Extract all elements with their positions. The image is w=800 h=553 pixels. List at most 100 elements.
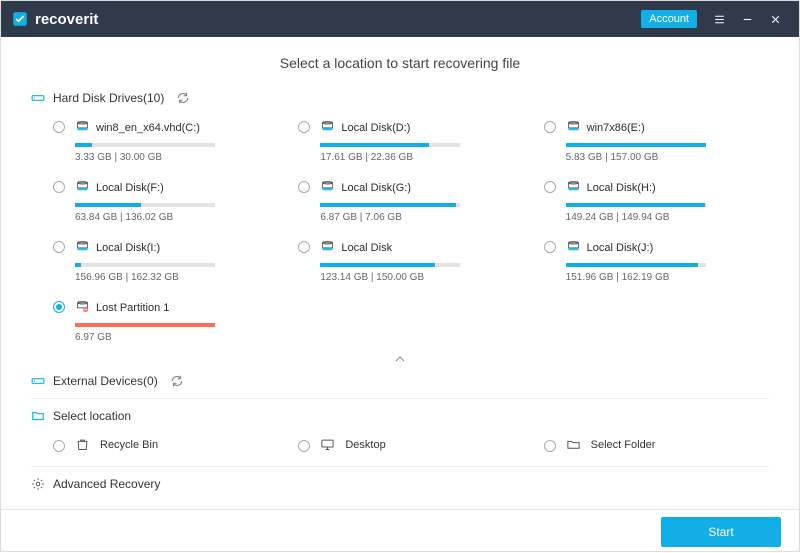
drive-body: Local Disk123.14 GB | 150.00 GB (320, 239, 523, 283)
section-select-location[interactable]: Select location (31, 403, 769, 429)
radio[interactable] (298, 181, 310, 193)
usage-bar-fill (566, 143, 706, 147)
minimize-icon (741, 13, 754, 26)
section-label: External Devices(0) (53, 374, 158, 388)
drive-item[interactable]: Local Disk(J:)151.96 GB | 162.19 GB (544, 239, 769, 283)
hamburger-icon (713, 13, 726, 26)
drive-title-row: Local Disk(D:) (320, 119, 523, 137)
usage-bar (320, 203, 460, 207)
drive-item[interactable]: Local Disk(G:) 6.87 GB | 7.06 GB (298, 179, 523, 223)
brand-logo-icon (11, 10, 29, 28)
radio[interactable] (53, 301, 65, 313)
radio[interactable] (53, 241, 65, 253)
minimize-button[interactable] (733, 5, 761, 33)
usage-bar-fill (75, 323, 215, 327)
location-label: Desktop (345, 439, 385, 451)
section-label: Advanced Recovery (53, 477, 160, 491)
drive-body: Local Disk(G:) 6.87 GB | 7.06 GB (320, 179, 523, 223)
desktop-icon (320, 437, 335, 452)
drive-size: 156.96 GB | 162.32 GB (75, 272, 278, 283)
usage-bar (566, 203, 706, 207)
usage-bar (566, 143, 706, 147)
drive-name: win8_en_x64.vhd(C:) (96, 122, 200, 134)
collapse-toggle[interactable] (31, 353, 769, 368)
drive-item[interactable]: win8_en_x64.vhd(C:) 3.33 GB | 30.00 GB (53, 119, 278, 163)
drive-grid: win8_en_x64.vhd(C:) 3.33 GB | 30.00 GB Loc… (31, 111, 769, 353)
disk-icon (75, 179, 90, 197)
drive-title-row: win8_en_x64.vhd(C:) (75, 119, 278, 137)
close-icon (769, 13, 782, 26)
location-label: Select Folder (591, 439, 656, 451)
radio[interactable] (53, 440, 65, 452)
drive-item[interactable]: Local Disk(H:)149.24 GB | 149.94 GB (544, 179, 769, 223)
drive-item[interactable]: Local Disk(F:) 63.84 GB | 136.02 GB (53, 179, 278, 223)
radio[interactable] (544, 121, 556, 133)
page-title: Select a location to start recovering fi… (31, 55, 769, 71)
section-advanced-recovery[interactable]: Advanced Recovery (31, 471, 769, 497)
drive-name: Local Disk(H:) (587, 182, 656, 194)
disk-icon (566, 179, 581, 197)
drive-name: Local Disk(G:) (341, 182, 411, 194)
drive-item[interactable]: Local Disk(I:) 156.96 GB | 162.32 GB (53, 239, 278, 283)
close-button[interactable] (761, 5, 789, 33)
disk-icon (320, 119, 335, 137)
drive-size: 6.97 GB (75, 332, 278, 343)
location-select-folder[interactable]: Select Folder (544, 437, 769, 452)
drive-body: Local Disk(F:) 63.84 GB | 136.02 GB (75, 179, 278, 223)
account-button[interactable]: Account (641, 10, 697, 28)
brand: recoverit (11, 10, 98, 28)
drive-title-row: Lost Partition 1 (75, 299, 278, 317)
location-row: Recycle Bin Desktop Select Folder (31, 429, 769, 462)
disk-icon (320, 179, 335, 197)
drive-title-row: win7x86(E:) (566, 119, 769, 137)
drive-item[interactable]: win7x86(E:)5.83 GB | 157.00 GB (544, 119, 769, 163)
recycle-bin-icon (75, 437, 90, 452)
radio[interactable] (53, 121, 65, 133)
drive-title-row: Local Disk(I:) (75, 239, 278, 257)
external-device-icon (31, 374, 45, 388)
drive-size: 3.33 GB | 30.00 GB (75, 152, 278, 163)
drive-item[interactable]: Local Disk123.14 GB | 150.00 GB (298, 239, 523, 283)
disk-icon (75, 119, 90, 137)
radio[interactable] (298, 121, 310, 133)
section-hard-disk-drives[interactable]: Hard Disk Drives(10) (31, 85, 769, 111)
menu-button[interactable] (705, 5, 733, 33)
drive-item[interactable]: Local Disk(D:)17.61 GB | 22.36 GB (298, 119, 523, 163)
chevron-up-icon (394, 355, 406, 363)
radio[interactable] (298, 241, 310, 253)
drive-size: 151.96 GB | 162.19 GB (566, 272, 769, 283)
drive-size: 6.87 GB | 7.06 GB (320, 212, 523, 223)
drive-item[interactable]: Lost Partition 1 6.97 GB (53, 299, 278, 343)
section-external-devices[interactable]: External Devices(0) (31, 368, 769, 394)
usage-bar-fill (566, 203, 705, 207)
radio[interactable] (298, 440, 310, 452)
start-button[interactable]: Start (661, 517, 781, 547)
disk-icon (566, 239, 581, 257)
drive-name: Local Disk(F:) (96, 182, 164, 194)
refresh-icon[interactable] (176, 91, 190, 105)
radio[interactable] (544, 181, 556, 193)
folder-open-icon (566, 437, 581, 452)
hdd-icon (31, 91, 45, 105)
radio[interactable] (544, 440, 556, 452)
usage-bar-fill (566, 263, 698, 267)
refresh-icon[interactable] (170, 374, 184, 388)
lost-disk-icon (75, 299, 90, 317)
location-desktop[interactable]: Desktop (298, 437, 523, 452)
usage-bar (320, 263, 460, 267)
drive-title-row: Local Disk(H:) (566, 179, 769, 197)
drive-body: Local Disk(H:)149.24 GB | 149.94 GB (566, 179, 769, 223)
usage-bar (75, 263, 215, 267)
drive-name: Lost Partition 1 (96, 302, 169, 314)
drive-size: 63.84 GB | 136.02 GB (75, 212, 278, 223)
radio[interactable] (53, 181, 65, 193)
location-recycle-bin[interactable]: Recycle Bin (53, 437, 278, 452)
usage-bar (566, 263, 706, 267)
usage-bar (75, 323, 215, 327)
usage-bar (75, 143, 215, 147)
usage-bar (320, 143, 460, 147)
usage-bar-fill (320, 263, 435, 267)
drive-body: Local Disk(J:)151.96 GB | 162.19 GB (566, 239, 769, 283)
drive-body: Local Disk(I:) 156.96 GB | 162.32 GB (75, 239, 278, 283)
radio[interactable] (544, 241, 556, 253)
